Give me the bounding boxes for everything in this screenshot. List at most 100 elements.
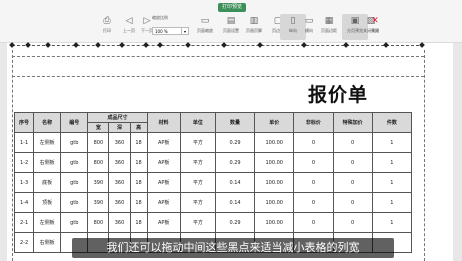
col-header: 特殊加价: [332, 112, 373, 133]
table-cell[interactable]: 平方: [179, 212, 216, 233]
table-row: 1-3 底板 gtb 390 360 18 AP板 平方 0.14 100.00 0 0 1: [13, 172, 413, 193]
table-cell[interactable]: 1: [371, 152, 413, 173]
table-cell[interactable]: 平方: [179, 152, 216, 173]
table-cell[interactable]: 18: [129, 132, 148, 153]
table-cell[interactable]: 1-3: [13, 172, 35, 193]
table-cell[interactable]: 360: [108, 172, 131, 193]
arrow-left-icon: ◁: [125, 16, 133, 26]
table-cell[interactable]: gtb: [60, 172, 89, 193]
table-cell[interactable]: 18: [129, 172, 148, 193]
table-cell[interactable]: 100.00: [254, 152, 295, 173]
table-cell[interactable]: 0: [332, 212, 373, 233]
table-cell[interactable]: 2-2: [13, 232, 35, 253]
table-cell[interactable]: AP板: [146, 192, 181, 213]
scale-label: 缩放比例: [152, 15, 168, 20]
col-header: 非标价: [293, 112, 334, 133]
table-cell[interactable]: gtb: [60, 192, 89, 213]
table-cell[interactable]: 18: [129, 152, 148, 173]
table-cell[interactable]: 100.00: [254, 192, 295, 213]
page-setup-label: 页面设置: [223, 28, 239, 33]
scale-dropdown[interactable]: ▾: [182, 27, 189, 35]
table-cell[interactable]: 平方: [179, 132, 216, 153]
table-cell[interactable]: 0: [293, 172, 334, 193]
table-cell[interactable]: 18: [129, 192, 148, 213]
paper-size-label: 页面缩放: [197, 28, 213, 33]
scale-input[interactable]: 100 %: [152, 27, 182, 35]
table-cell[interactable]: 800: [87, 212, 110, 233]
table-cell[interactable]: 18: [129, 212, 148, 233]
table-cell[interactable]: 顶板: [33, 192, 62, 213]
paper-margin-button[interactable]: ▦ 页面边距: [316, 14, 342, 40]
header-margin-line[interactable]: [12, 56, 424, 57]
col-header: 序号: [13, 112, 35, 133]
table-cell[interactable]: 1: [371, 192, 413, 213]
table-cell[interactable]: gtb: [60, 212, 89, 233]
table-cell[interactable]: 平方: [179, 172, 216, 193]
left-margin-line[interactable]: [12, 50, 13, 261]
table-cell[interactable]: 0: [293, 132, 334, 153]
table-cell[interactable]: 800: [87, 132, 110, 153]
table-cell[interactable]: 1-1: [13, 132, 35, 153]
header-footer-button[interactable]: ▥ 页眉页脚: [241, 14, 267, 40]
table-cell[interactable]: 0.29: [214, 132, 256, 153]
table-cell[interactable]: AP板: [146, 212, 181, 233]
mode-badge: 打印预览: [218, 3, 246, 12]
table-cell[interactable]: 右侧板: [33, 152, 62, 173]
table-cell[interactable]: 右侧板: [33, 232, 62, 253]
col-header: 成品尺寸: [87, 112, 148, 123]
top-margin-line[interactable]: [12, 76, 424, 77]
table-cell[interactable]: 0: [332, 132, 373, 153]
header-footer-label: 页眉页脚: [246, 28, 262, 33]
close-button[interactable]: ✕ 关闭: [362, 14, 388, 40]
table-cell[interactable]: 100.00: [254, 132, 295, 153]
table-cell[interactable]: 390: [87, 192, 110, 213]
table-cell[interactable]: 360: [108, 152, 131, 173]
page-setup-icon: ▤: [226, 16, 236, 26]
table-cell[interactable]: AP板: [146, 172, 181, 193]
table-cell[interactable]: 0: [332, 172, 373, 193]
table-cell[interactable]: 0.14: [214, 172, 256, 193]
table-cell[interactable]: AP板: [146, 152, 181, 173]
table-cell[interactable]: 100.00: [254, 212, 295, 233]
table-row: 2-1 左侧板 gtb 800 360 18 AP板 平方 0.29 100.00 0 0 1: [13, 212, 413, 233]
table-cell[interactable]: 0: [332, 152, 373, 173]
table-cell[interactable]: 0: [293, 192, 334, 213]
landscape-label: 横向: [305, 28, 313, 33]
paper-margin-label: 页面边距: [321, 28, 337, 33]
right-margin-line[interactable]: [424, 50, 425, 261]
col-header: 件数: [371, 112, 413, 133]
table-cell[interactable]: 底板: [33, 172, 62, 193]
table-cell[interactable]: 390: [87, 172, 110, 193]
table-cell[interactable]: gtb: [60, 132, 89, 153]
table-cell[interactable]: AP板: [146, 132, 181, 153]
sheet-title: 报价单: [308, 84, 369, 106]
table-cell[interactable]: 平方: [179, 192, 216, 213]
table-cell[interactable]: 360: [108, 192, 131, 213]
table-cell[interactable]: 0.29: [214, 212, 256, 233]
table-cell[interactable]: 800: [87, 152, 110, 173]
table-cell[interactable]: 1: [371, 172, 413, 193]
table-cell[interactable]: 0: [293, 152, 334, 173]
table-cell[interactable]: 100.00: [254, 172, 295, 193]
table-cell[interactable]: 0.29: [214, 152, 256, 173]
table-cell[interactable]: 0: [332, 192, 373, 213]
table-cell[interactable]: 1: [371, 132, 413, 153]
table-cell[interactable]: 左侧板: [33, 212, 62, 233]
table-cell[interactable]: 1-4: [13, 192, 35, 213]
col-subheader: 深: [108, 122, 131, 133]
table-cell[interactable]: gtb: [60, 152, 89, 173]
table-cell[interactable]: 1-2: [13, 152, 35, 173]
chevron-down-icon: ▾: [183, 29, 186, 34]
table-cell[interactable]: 1: [371, 212, 413, 233]
table-cell[interactable]: 360: [108, 132, 131, 153]
arrow-right-icon: ▷: [143, 16, 151, 26]
table-cell[interactable]: 0.14: [214, 192, 256, 213]
landscape-icon: ▭: [304, 16, 314, 26]
paper-size-button[interactable]: ▭ 页面缩放: [192, 14, 218, 40]
table-cell[interactable]: 0: [293, 212, 334, 233]
print-preview-toolbar: 打印预览 ⎙ 打印 ◁ 上一页 ▷ 下一页 缩放比例 100 % ▾ ▭ 页面缩…: [0, 0, 462, 43]
table-cell[interactable]: 2-1: [13, 212, 35, 233]
col-header: 名称: [33, 112, 62, 133]
table-cell[interactable]: 左侧板: [33, 132, 62, 153]
table-cell[interactable]: 360: [108, 212, 131, 233]
